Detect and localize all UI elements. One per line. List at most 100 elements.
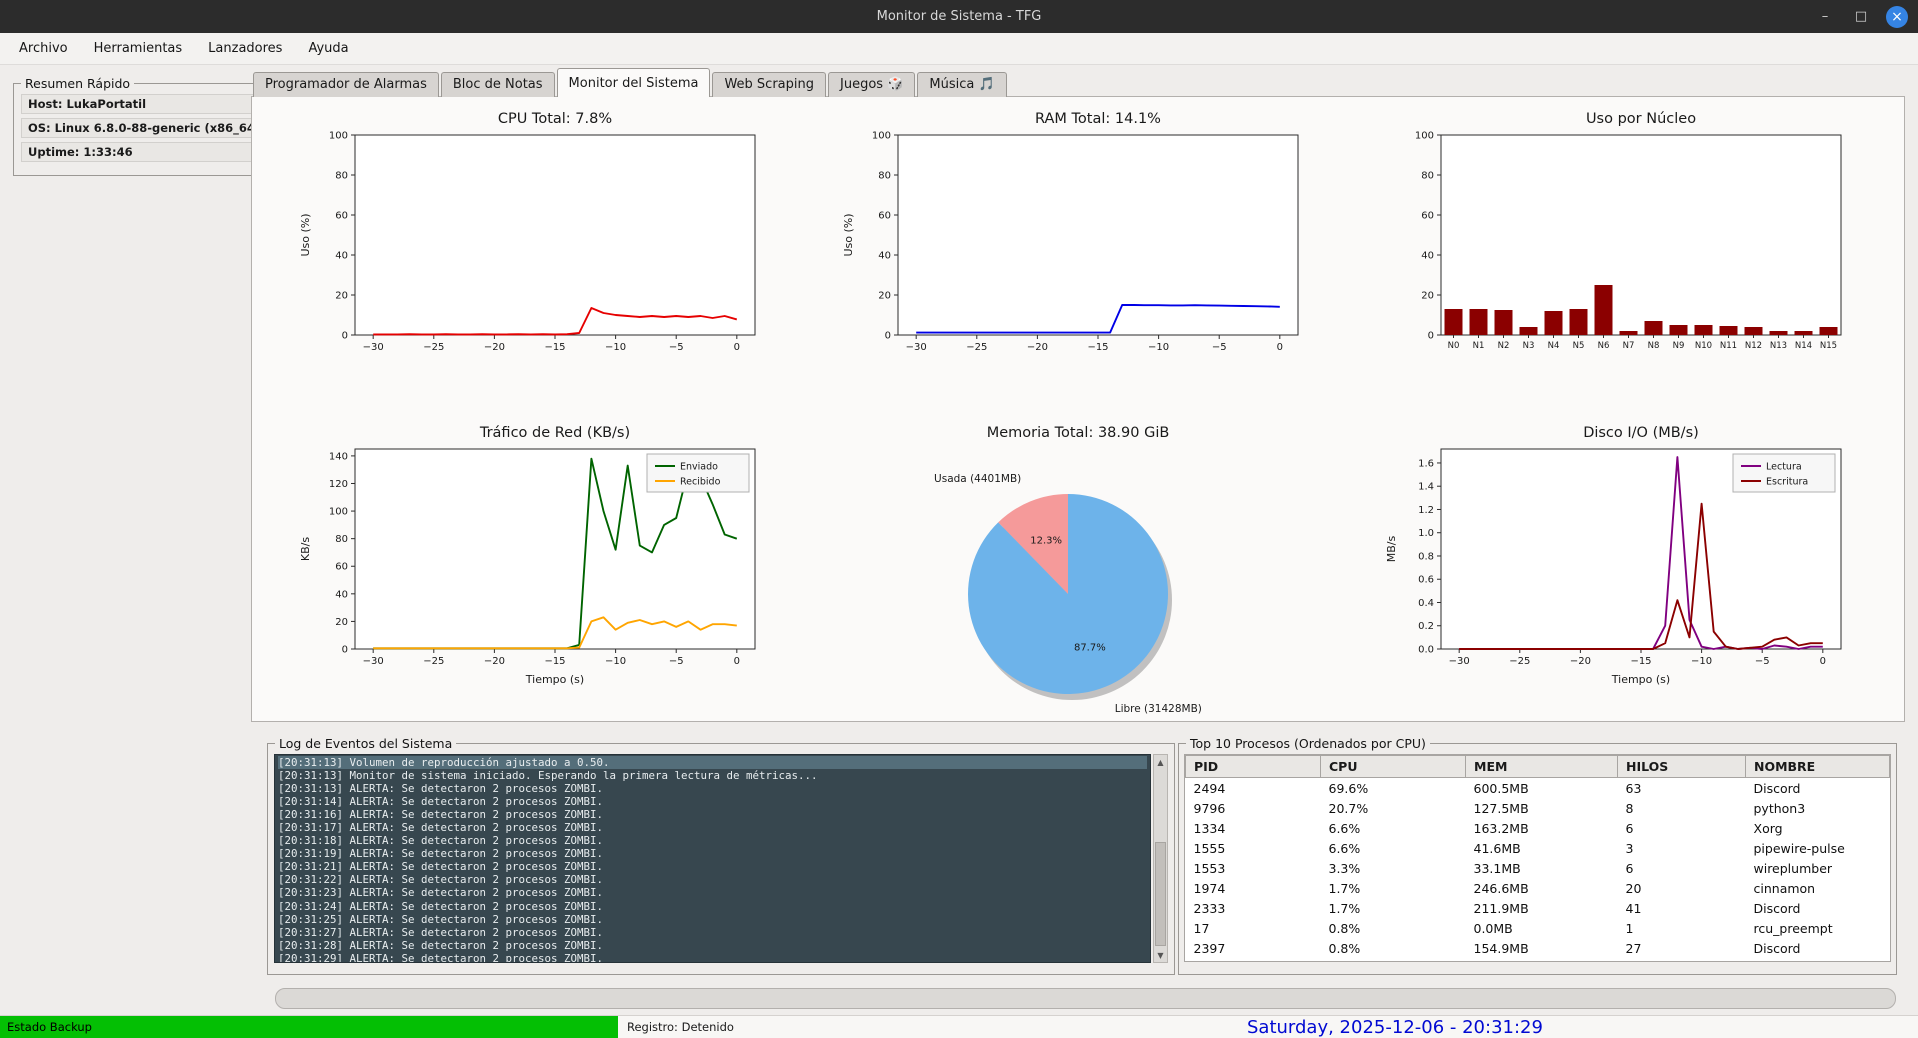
process-cell: 0.0MB [1466,918,1618,938]
disk-io-chart: Disco I/O (MB/s)0.00.20.40.60.81.01.21.4… [1361,419,1881,722]
minimize-button[interactable]: – [1814,6,1836,28]
svg-text:Uso (%): Uso (%) [842,213,855,256]
tab-juegos[interactable]: Juegos 🎲 [828,72,915,97]
svg-text:N6: N6 [1598,341,1610,351]
process-cell: Xorg [1746,818,1890,838]
svg-text:Tráfico de Red (KB/s): Tráfico de Red (KB/s) [479,425,630,441]
scroll-down-icon[interactable]: ▼ [1154,948,1167,962]
log-line: [20:31:14] ALERTA: Se detectaron 2 proce… [278,795,1147,808]
svg-text:N5: N5 [1573,341,1585,351]
tab-música[interactable]: Música 🎵 [917,72,1006,97]
log-line: [20:31:13] Volumen de reproducción ajust… [278,756,1147,769]
menu-item-archivo[interactable]: Archivo [6,33,81,64]
process-row[interactable]: 15556.6%41.6MB3pipewire-pulse [1186,838,1890,858]
svg-text:−20: −20 [484,656,505,667]
svg-text:N11: N11 [1720,341,1737,351]
tab-programador-de-alarmas[interactable]: Programador de Alarmas [253,72,439,97]
process-cell: 69.6% [1321,778,1466,799]
maximize-button[interactable]: □ [1850,6,1872,28]
process-row[interactable]: 249469.6%600.5MB63Discord [1186,778,1890,799]
svg-text:Uso (%): Uso (%) [299,213,312,256]
process-col-cpu[interactable]: CPU [1321,756,1466,778]
svg-text:−15: −15 [544,342,565,353]
svg-text:40: 40 [878,251,891,262]
svg-text:N8: N8 [1648,341,1660,351]
close-button[interactable]: × [1886,6,1908,28]
log-line: [20:31:24] ALERTA: Se detectaron 2 proce… [278,900,1147,913]
process-table-body: 249469.6%600.5MB63Discord979620.7%127.5M… [1186,778,1890,959]
svg-text:Tiempo (s): Tiempo (s) [1611,673,1670,686]
process-cell: 0.8% [1321,918,1466,938]
process-cell: 2397 [1186,938,1321,958]
process-col-pid[interactable]: PID [1186,756,1321,778]
charts-row-2: Tráfico de Red (KB/s)020406080100120140K… [252,419,1904,722]
menu-item-lanzadores[interactable]: Lanzadores [195,33,295,64]
process-cell: 163.2MB [1466,818,1618,838]
process-row[interactable]: 13346.6%163.2MB6Xorg [1186,818,1890,838]
event-log-title: Log de Eventos del Sistema [275,736,456,751]
svg-text:60: 60 [1421,211,1434,222]
log-scrollbar[interactable]: ▲ ▼ [1153,754,1168,963]
svg-text:−20: −20 [484,342,505,353]
tab-monitor-del-sistema[interactable]: Monitor del Sistema [557,68,711,97]
process-cell: 6.6% [1321,818,1466,838]
scroll-up-icon[interactable]: ▲ [1154,755,1167,769]
monitor-tab-panel: CPU Total: 7.8%020406080100Uso (%)−30−25… [251,96,1905,722]
svg-text:Memoria Total: 38.90 GiB: Memoria Total: 38.90 GiB [987,425,1170,441]
process-row[interactable]: 23331.7%211.9MB41Discord [1186,898,1890,918]
process-col-mem[interactable]: MEM [1466,756,1618,778]
svg-text:1.4: 1.4 [1418,482,1434,493]
log-console[interactable]: [20:31:13] Volumen de reproducción ajust… [274,754,1151,963]
process-cell: 2494 [1186,778,1321,799]
process-row[interactable]: 170.8%0.0MB1rcu_preempt [1186,918,1890,938]
log-line: [20:31:22] ALERTA: Se detectaron 2 proce… [278,873,1147,886]
svg-text:0.6: 0.6 [1418,575,1434,586]
process-table-wrap: PIDCPUMEMHILOSNOMBRE 249469.6%600.5MB63D… [1184,754,1891,962]
process-cell: 2333 [1186,898,1321,918]
svg-text:N3: N3 [1523,341,1535,351]
process-cell: 9796 [1186,798,1321,818]
svg-text:−5: −5 [1755,656,1770,667]
svg-text:0: 0 [885,331,891,342]
scrollbar-thumb[interactable] [1155,842,1166,946]
tab-bloc-de-notas[interactable]: Bloc de Notas [441,72,555,97]
process-row[interactable]: 15533.3%33.1MB6wireplumber [1186,858,1890,878]
chart-canvas-ram: RAM Total: 14.1%020406080100Uso (%)−30−2… [818,105,1338,359]
svg-text:12.3%: 12.3% [1030,535,1062,546]
svg-text:0: 0 [1428,331,1434,342]
process-cell: 154.9MB [1466,938,1618,958]
svg-text:Disco I/O (MB/s): Disco I/O (MB/s) [1583,425,1699,441]
process-cell: 1555 [1186,838,1321,858]
process-cell: 0.8% [1321,938,1466,958]
svg-text:Libre (31428MB): Libre (31428MB) [1115,703,1202,715]
svg-text:N2: N2 [1498,341,1510,351]
title-bar: Monitor de Sistema - TFG – □ × [0,0,1918,33]
log-line: [20:31:13] Monitor de sistema iniciado. … [278,769,1147,782]
menu-item-herramientas[interactable]: Herramientas [81,33,196,64]
event-log-inner: [20:31:13] Volumen de reproducción ajust… [268,751,1174,969]
svg-text:−5: −5 [669,656,684,667]
process-col-nombre[interactable]: NOMBRE [1746,756,1890,778]
svg-text:87.7%: 87.7% [1074,643,1106,654]
scrollbar-track[interactable] [1154,769,1167,948]
svg-text:MB/s: MB/s [1385,535,1398,562]
process-row[interactable]: 979620.7%127.5MB8python3 [1186,798,1890,818]
process-table: PIDCPUMEMHILOSNOMBRE 249469.6%600.5MB63D… [1185,755,1890,958]
process-cell: 1.7% [1321,878,1466,898]
menu-item-ayuda[interactable]: Ayuda [295,33,361,64]
svg-text:−15: −15 [1630,656,1651,667]
tab-bar: Programador de AlarmasBloc de NotasMonit… [253,69,1009,97]
process-cell: 1974 [1186,878,1321,898]
process-col-hilos[interactable]: HILOS [1618,756,1746,778]
svg-text:−5: −5 [669,342,684,353]
svg-text:0.0: 0.0 [1418,645,1434,656]
process-row[interactable]: 19741.7%246.6MB20cinnamon [1186,878,1890,898]
svg-text:40: 40 [1421,251,1434,262]
process-row[interactable]: 23970.8%154.9MB27Discord [1186,938,1890,958]
tab-web-scraping[interactable]: Web Scraping [712,72,826,97]
network-traffic-chart: Tráfico de Red (KB/s)020406080100120140K… [275,419,795,722]
svg-text:N4: N4 [1548,341,1560,351]
svg-text:−30: −30 [363,656,384,667]
svg-text:−15: −15 [1087,342,1108,353]
process-table-header-row: PIDCPUMEMHILOSNOMBRE [1186,756,1890,778]
